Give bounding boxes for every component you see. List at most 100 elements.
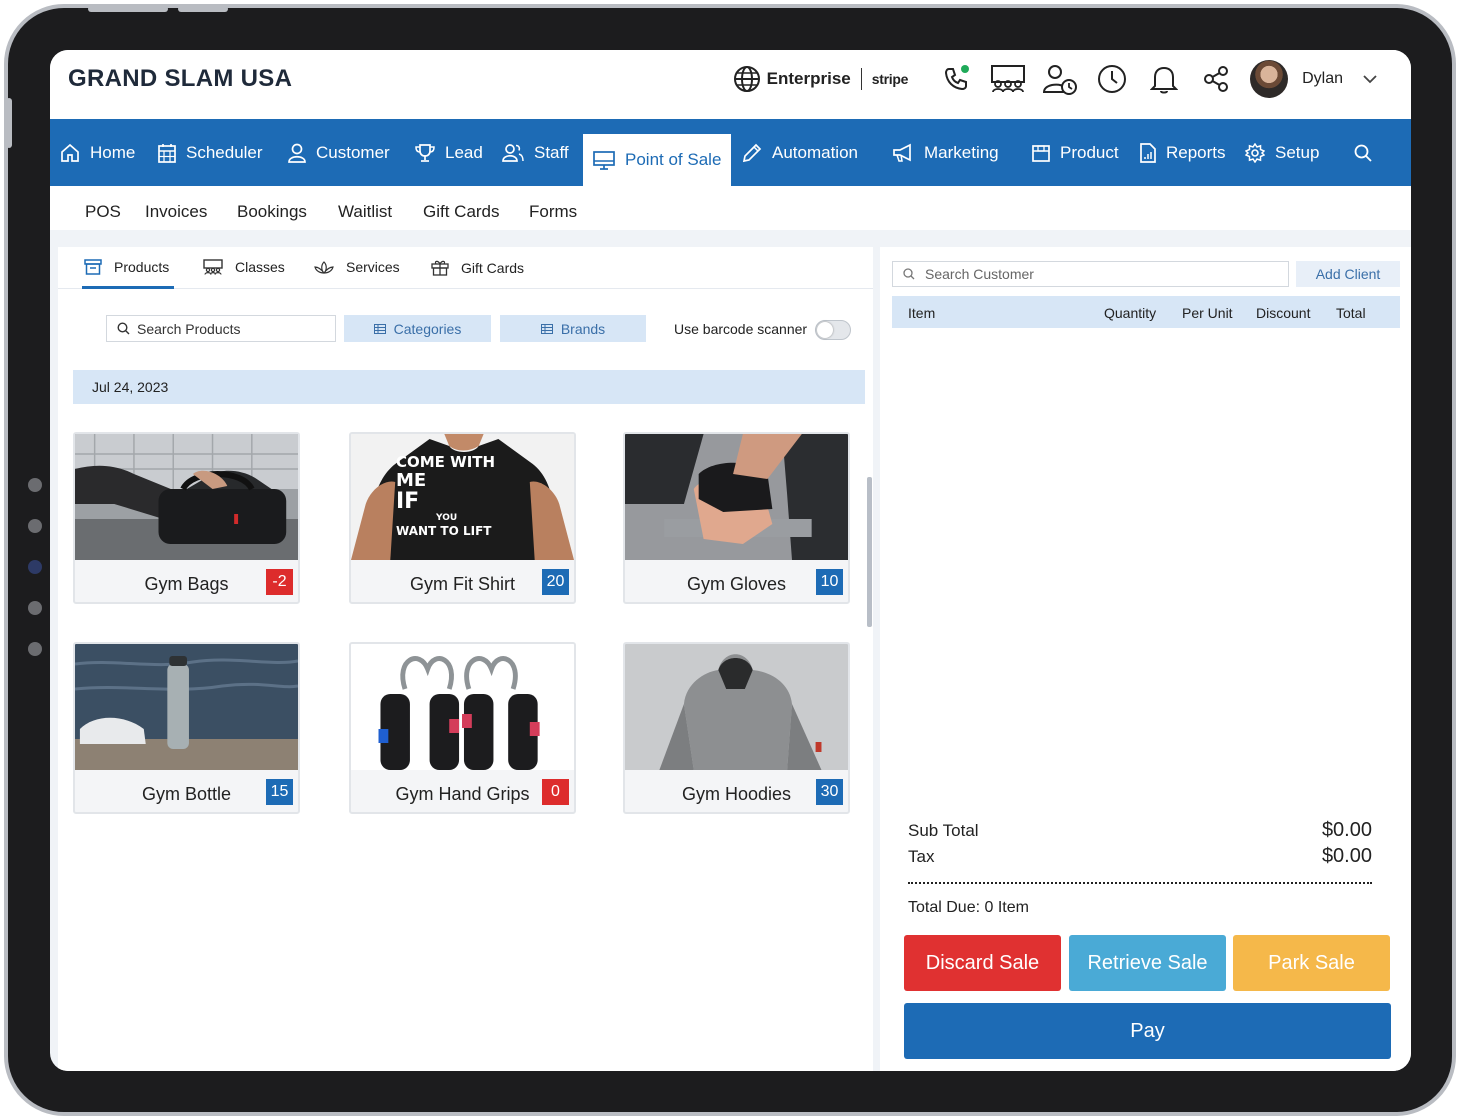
tab-services[interactable]: Services	[314, 259, 400, 275]
total-due: Total Due: 0 Item	[908, 899, 1029, 916]
share-button[interactable]	[1198, 62, 1234, 96]
nav-setup[interactable]: Setup	[1245, 119, 1319, 186]
nav-search-button[interactable]	[1353, 119, 1383, 186]
document-icon	[1140, 142, 1156, 163]
tab-products[interactable]: Products	[84, 259, 169, 275]
column-discount: Discount	[1256, 305, 1311, 321]
add-client-button[interactable]: Add Client	[1296, 261, 1400, 287]
shirt-print-line: COME WITH	[396, 453, 496, 471]
subnav-bookings[interactable]: Bookings	[237, 202, 307, 222]
stock-badge: -2	[266, 569, 293, 595]
nav-point-of-sale[interactable]: Point of Sale	[583, 134, 732, 186]
product-name: Gym Fit Shirt	[409, 574, 515, 594]
globe-icon	[733, 66, 760, 92]
pay-button[interactable]: Pay	[904, 1003, 1391, 1059]
nav-staff[interactable]: Staff	[502, 119, 569, 186]
stock-badge: 0	[542, 779, 569, 805]
search-customer-input[interactable]: Search Customer	[892, 261, 1289, 287]
product-card-gym-bags[interactable]: Gym Bags -2	[73, 432, 300, 604]
staff-clock-button[interactable]	[1042, 62, 1078, 96]
subnav-gift-cards[interactable]: Gift Cards	[423, 202, 500, 222]
nav-label: Product	[1060, 142, 1119, 162]
active-tab-indicator	[82, 286, 174, 289]
tab-label: Services	[346, 259, 400, 275]
product-card-gym-bottle[interactable]: Gym Bottle 15	[73, 642, 300, 814]
catalog-scrollbar[interactable]	[867, 477, 872, 627]
gym-bottle-image	[75, 644, 298, 770]
catalog-panel: Products Classes Services Gift Cards Sea…	[58, 247, 873, 1071]
tax-row: Tax $0.00	[908, 845, 1372, 867]
nav-lead[interactable]: Lead	[415, 119, 483, 186]
nav-label: Customer	[316, 142, 390, 162]
gym-gloves-image	[625, 434, 848, 560]
chevron-down-icon[interactable]	[1363, 74, 1377, 84]
nav-marketing[interactable]: Marketing	[892, 119, 999, 186]
tab-label: Products	[114, 259, 170, 275]
sensor-dot	[28, 478, 42, 492]
nav-label: Automation	[772, 142, 858, 162]
shirt-print-line: WANT TO LIFT	[396, 524, 492, 538]
history-button[interactable]	[1094, 62, 1130, 96]
tab-label: Classes	[235, 259, 285, 275]
avatar[interactable]	[1250, 60, 1289, 98]
subnav-waitlist[interactable]: Waitlist	[338, 202, 392, 222]
barcode-scanner-label: Use barcode scanner	[674, 321, 808, 337]
product-card-gym-fit-shirt[interactable]: COME WITH ME IF YOU WANT TO LIFT Gym Fit…	[349, 432, 576, 604]
share-icon	[1204, 66, 1229, 92]
app-screen: GRAND SLAM USA Enterprise stripe Dylan H…	[50, 50, 1411, 1071]
sensor-dot	[28, 601, 42, 615]
subnav-forms[interactable]: Forms	[529, 202, 577, 222]
nav-label: Home	[90, 142, 136, 162]
categories-button[interactable]: Categories	[344, 315, 491, 342]
barcode-scanner-toggle[interactable]	[815, 320, 851, 340]
park-sale-button[interactable]: Park Sale	[1233, 935, 1390, 991]
nav-product[interactable]: Product	[1032, 119, 1119, 186]
product-name: Gym Gloves	[686, 574, 787, 594]
nav-reports[interactable]: Reports	[1140, 119, 1226, 186]
nav-label: Setup	[1275, 142, 1320, 162]
shirt-print: COME WITH ME IF YOU WANT TO LIFT	[396, 453, 536, 539]
search-icon	[903, 268, 915, 280]
brands-button[interactable]: Brands	[500, 315, 646, 342]
nav-scheduler[interactable]: Scheduler	[158, 119, 263, 186]
discard-sale-button[interactable]: Discard Sale	[904, 935, 1061, 991]
shirt-print-line: IF	[396, 489, 420, 514]
nav-automation[interactable]: Automation	[742, 119, 858, 186]
search-icon	[1354, 144, 1372, 162]
monitor-icon	[593, 151, 615, 170]
stripe-logo[interactable]: stripe	[872, 71, 909, 87]
stock-badge: 20	[542, 569, 569, 595]
product-card-gym-gloves[interactable]: Gym Gloves 10	[623, 432, 850, 604]
subnav-pos[interactable]: POS	[85, 202, 121, 222]
enterprise-switcher[interactable]: Enterprise	[733, 65, 851, 93]
trophy-icon	[415, 143, 435, 162]
nav-label: Staff	[534, 142, 569, 162]
totals-divider	[908, 882, 1372, 884]
class-room-button[interactable]	[990, 62, 1026, 96]
search-icon	[117, 322, 130, 335]
notifications-button[interactable]	[1146, 62, 1182, 96]
product-card-gym-hand-grips[interactable]: Gym Hand Grips 0	[349, 642, 576, 814]
sub-nav: POS Invoices Bookings Waitlist Gift Card…	[50, 186, 1411, 230]
phone-button[interactable]	[938, 62, 974, 96]
stock-badge: 15	[266, 779, 293, 805]
pencil-icon	[742, 143, 762, 162]
table-icon	[373, 323, 386, 334]
nav-label: Marketing	[924, 142, 999, 162]
tax-label: Tax	[908, 847, 935, 866]
user-name[interactable]: Dylan	[1302, 70, 1343, 88]
clock-icon	[1098, 65, 1127, 93]
nav-customer[interactable]: Customer	[288, 119, 390, 186]
gear-icon	[1245, 142, 1265, 163]
main-nav: Home Scheduler Customer Lead Staff Point…	[50, 119, 1411, 186]
product-card-gym-hoodies[interactable]: Gym Hoodies 30	[623, 642, 850, 814]
user-clock-icon	[1043, 65, 1078, 95]
search-products-input[interactable]: Search Products	[106, 315, 336, 342]
tab-classes[interactable]: Classes	[203, 259, 285, 275]
sensor-dot	[28, 519, 42, 533]
tab-gift-cards[interactable]: Gift Cards	[431, 259, 524, 276]
subnav-invoices[interactable]: Invoices	[145, 202, 207, 222]
nav-home[interactable]: Home	[60, 119, 135, 186]
product-name: Gym Bottle	[141, 784, 232, 804]
retrieve-sale-button[interactable]: Retrieve Sale	[1069, 935, 1226, 991]
